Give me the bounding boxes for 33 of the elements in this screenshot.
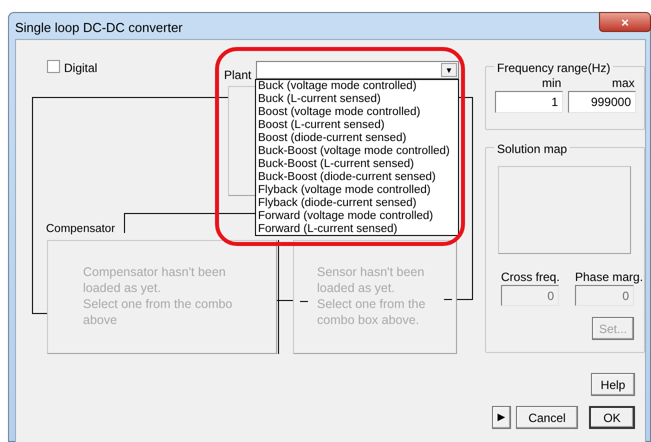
digital-checkbox[interactable] [47,60,60,73]
dropdown-option[interactable]: Boost (L-current sensed) [258,119,458,132]
max-field[interactable]: 999000 [568,91,636,113]
compensator-message: Compensator hasn't been loaded as yet. Select one from the combo above [83,264,232,328]
ok-button[interactable]: OK [589,406,635,429]
dropdown-option[interactable]: Buck-Boost (L-current sensed) [258,158,458,171]
dropdown-option[interactable]: Buck-Boost (voltage mode controlled) [258,145,458,158]
digital-label: Digital [64,60,98,77]
dropdown-option[interactable]: Buck (voltage mode controlled) [258,80,458,93]
min-label: min [542,75,562,92]
dropdown-option[interactable]: Forward (L-current sensed) [258,223,458,236]
cancel-button[interactable]: Cancel [516,406,578,429]
dropdown-option[interactable]: Buck-Boost (diode-current sensed) [258,171,458,184]
cross-freq-label: Cross freq. [501,269,560,286]
dropdown-option[interactable]: Buck (L-current sensed) [258,93,458,106]
compensator-label: Compensator [46,222,116,237]
help-button[interactable]: Help [591,373,635,396]
dropdown-option[interactable]: Boost (diode-current sensed) [258,132,458,145]
play-button[interactable]: ▶ [492,406,511,429]
min-field[interactable]: 1 [495,91,563,113]
dropdown-option[interactable]: Boost (voltage mode controlled) [258,106,458,119]
max-label: max [612,75,634,92]
dropdown-arrow-button[interactable]: ▼ [441,63,457,77]
window-title: Single loop DC-DC converter [15,19,183,37]
phase-margin-label: Phase marg. [575,269,644,286]
plant-combo-box[interactable]: ▼ [256,61,459,79]
close-button[interactable]: × [599,12,651,32]
dropdown-option[interactable]: Flyback (voltage mode controlled) [258,184,458,197]
dropdown-option[interactable]: Forward (voltage mode controlled) [258,210,458,223]
phase-margin-field[interactable]: 0 [575,285,634,306]
plant-label: Plant [224,67,252,84]
dropdown-option[interactable]: Flyback (diode-current sensed) [258,197,458,210]
sensor-message: Sensor hasn't been loaded as yet. Select one from the combo box above. [317,264,426,328]
